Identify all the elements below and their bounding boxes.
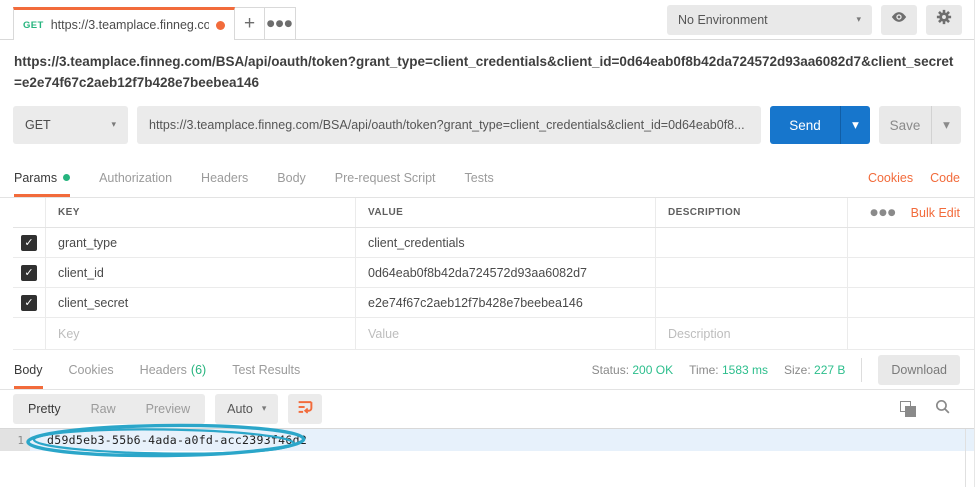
select-all-cell xyxy=(13,198,45,227)
response-tab-cookies[interactable]: Cookies xyxy=(69,350,114,389)
tab-tests[interactable]: Tests xyxy=(465,158,494,197)
url-input[interactable] xyxy=(137,106,761,144)
params-empty-row xyxy=(13,318,974,350)
environment-quick-look-button[interactable] xyxy=(881,4,917,35)
bulk-edit-link[interactable]: Bulk Edit xyxy=(911,206,960,220)
chevron-down-icon: ▾ xyxy=(111,120,116,130)
response-line-1[interactable]: 1 d59d5eb3-55b6-4ada-a0fd-acc2393f46d2 xyxy=(0,429,974,451)
param-value[interactable]: client_credentials xyxy=(368,236,465,250)
request-links: Cookies Code xyxy=(868,158,960,197)
tab-body[interactable]: Body xyxy=(277,158,306,197)
table-row: ✓ grant_type client_credentials xyxy=(13,228,974,258)
environment-area: No Environment ▾ xyxy=(667,0,974,39)
divider xyxy=(861,357,863,382)
save-button-group: Save ▾ xyxy=(879,106,961,144)
response-tab-body[interactable]: Body xyxy=(14,350,43,389)
param-value[interactable]: e2e74f67c2aeb12f7b428e7beebea146 xyxy=(368,296,583,310)
full-request-url: https://3.teamplace.finneg.com/BSA/api/o… xyxy=(14,54,954,90)
param-value[interactable]: 0d64eab0f8b42da724572d93aa6082d7 xyxy=(368,266,587,280)
row-checkbox[interactable]: ✓ xyxy=(21,234,37,251)
tab-headers[interactable]: Headers xyxy=(201,158,248,197)
time-badge: Time: 1583 ms xyxy=(689,362,769,377)
postman-app: GET https://3.teamplace.finneg.com/l + ●… xyxy=(0,0,975,487)
view-raw[interactable]: Raw xyxy=(76,394,131,424)
send-button[interactable]: Send xyxy=(770,106,840,144)
language-label: Auto xyxy=(227,402,253,416)
download-button[interactable]: Download xyxy=(878,354,960,385)
tab-params[interactable]: Params xyxy=(14,158,71,197)
unsaved-dot-icon xyxy=(216,20,225,30)
response-headers-label: Headers xyxy=(139,362,187,377)
response-stats: Status: 200 OK Time: 1583 ms Size: 227 B… xyxy=(592,350,960,389)
tab-actions: + ●●● xyxy=(235,7,296,40)
view-segmented-control: Pretty Raw Preview xyxy=(13,394,206,424)
chevron-down-icon: ▾ xyxy=(856,14,861,25)
wrap-text-button[interactable] xyxy=(288,394,323,424)
code-link[interactable]: Code xyxy=(930,171,960,185)
column-header-key: KEY xyxy=(58,207,80,218)
left-gutter xyxy=(0,0,13,39)
tab-pre-request-script[interactable]: Pre-request Script xyxy=(335,158,436,197)
param-key[interactable]: client_secret xyxy=(58,296,128,310)
save-options-button[interactable]: ▾ xyxy=(931,106,961,144)
response-tab-headers[interactable]: Headers (6) xyxy=(140,350,207,389)
new-tab-button[interactable]: + xyxy=(235,8,265,39)
search-icon[interactable] xyxy=(934,398,951,420)
view-preview[interactable]: Preview xyxy=(131,394,205,424)
tab-method-badge: GET xyxy=(23,19,44,31)
params-active-dot-icon xyxy=(63,174,71,181)
tab-authorization[interactable]: Authorization xyxy=(99,158,172,197)
language-selector[interactable]: Auto ▾ xyxy=(215,394,279,424)
environment-selector[interactable]: No Environment ▾ xyxy=(667,4,872,35)
table-row: ✓ client_secret e2e74f67c2aeb12f7b428e7b… xyxy=(13,288,974,318)
line-number-gutter: 1 xyxy=(0,429,30,451)
new-description-input[interactable] xyxy=(668,326,835,341)
cookies-link[interactable]: Cookies xyxy=(868,171,913,185)
response-body[interactable]: 1 d59d5eb3-55b6-4ada-a0fd-acc2393f46d2 xyxy=(0,423,974,487)
params-header-row: KEY VALUE DESCRIPTION ●●● Bulk Edit xyxy=(13,198,974,228)
send-button-group: Send ▾ xyxy=(770,106,870,144)
send-options-button[interactable]: ▾ xyxy=(840,106,870,144)
column-header-description: DESCRIPTION xyxy=(668,207,741,218)
new-key-input[interactable] xyxy=(58,326,343,341)
tab-params-label: Params xyxy=(14,170,58,185)
request-tab-bar: GET https://3.teamplace.finneg.com/l + ●… xyxy=(0,0,974,40)
response-toolbar: Pretty Raw Preview Auto ▾ xyxy=(0,390,974,428)
environment-label: No Environment xyxy=(678,12,768,27)
size-badge: Size: 227 B xyxy=(784,362,846,377)
eye-icon xyxy=(890,8,908,31)
response-tab-test-results[interactable]: Test Results xyxy=(232,350,300,389)
request-builder: GET ▾ Send ▾ Save ▾ xyxy=(0,106,974,158)
params-more-button[interactable]: ●●● xyxy=(870,208,897,218)
more-tabs-button[interactable]: ●●● xyxy=(265,8,295,39)
response-toolbar-right xyxy=(900,398,961,420)
table-row: ✓ client_id 0d64eab0f8b42da724572d93aa60… xyxy=(13,258,974,288)
response-token-value: d59d5eb3-55b6-4ada-a0fd-acc2393f46d2 xyxy=(47,433,308,447)
save-button[interactable]: Save xyxy=(879,106,931,144)
new-value-input[interactable] xyxy=(368,326,643,341)
param-key[interactable]: client_id xyxy=(58,266,104,280)
row-checkbox[interactable]: ✓ xyxy=(21,264,37,281)
headers-count-badge: (6) xyxy=(190,362,207,377)
column-header-value: VALUE xyxy=(368,207,404,218)
scrollbar-track[interactable] xyxy=(965,429,966,487)
method-label: GET xyxy=(25,118,51,132)
copy-icon[interactable] xyxy=(900,401,916,417)
method-selector[interactable]: GET ▾ xyxy=(13,106,128,144)
active-request-tab[interactable]: GET https://3.teamplace.finneg.com/l xyxy=(13,7,235,40)
word-wrap-icon xyxy=(296,398,314,421)
tab-url-label: https://3.teamplace.finneg.com/l xyxy=(50,18,209,32)
view-pretty[interactable]: Pretty xyxy=(13,394,76,424)
chevron-down-icon: ▾ xyxy=(261,404,267,414)
row-checkbox[interactable]: ✓ xyxy=(21,294,37,311)
request-tabs: Params Authorization Headers Body Pre-re… xyxy=(0,158,974,198)
gear-icon xyxy=(935,8,953,31)
param-key[interactable]: grant_type xyxy=(58,236,117,250)
status-badge: Status: 200 OK xyxy=(591,362,674,377)
params-table: KEY VALUE DESCRIPTION ●●● Bulk Edit ✓ gr… xyxy=(13,198,974,350)
settings-button[interactable] xyxy=(926,4,962,35)
response-meta-bar: Body Cookies Headers (6) Test Results St… xyxy=(0,350,974,390)
